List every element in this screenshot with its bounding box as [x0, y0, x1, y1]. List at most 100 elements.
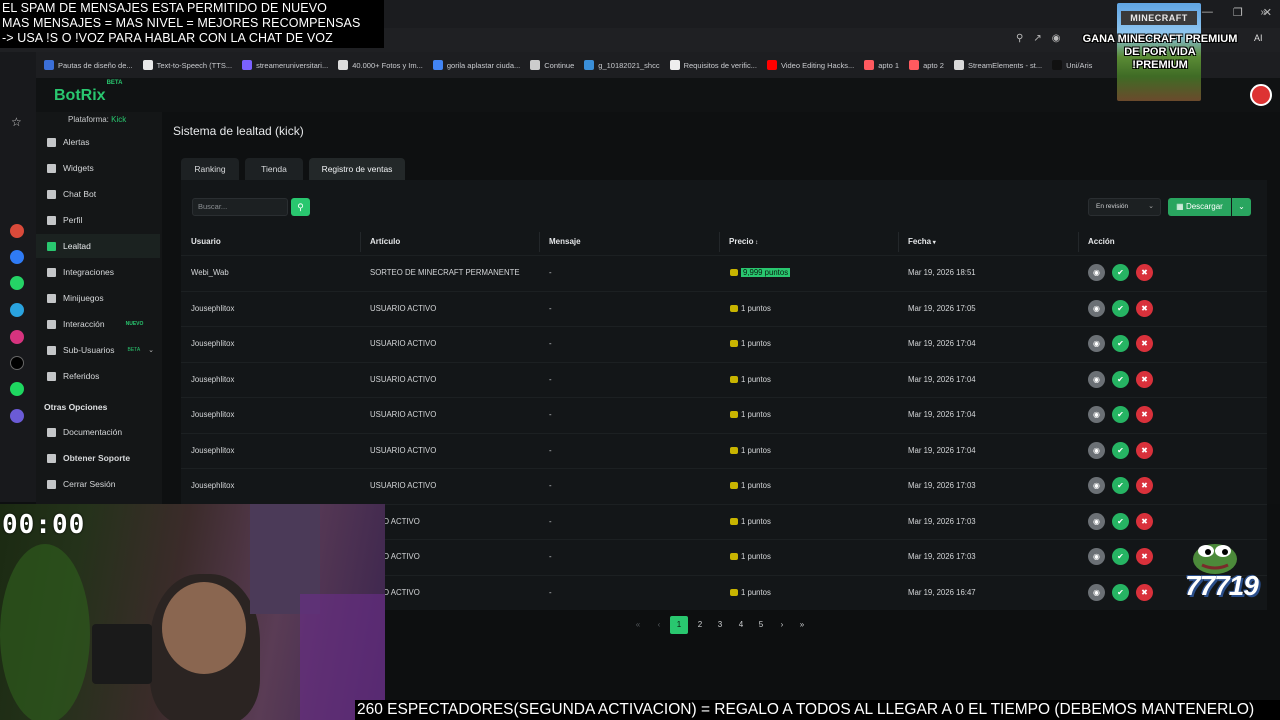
view-button[interactable]: ◉ [1088, 477, 1105, 494]
view-button[interactable]: ◉ [1088, 299, 1105, 317]
view-button[interactable]: ◉ [1088, 548, 1105, 565]
pagination-prev-button[interactable]: ‹ [650, 616, 668, 634]
bookmark-item[interactable]: Continue [530, 60, 574, 70]
gmail-icon[interactable] [10, 224, 24, 238]
download-dropdown-button[interactable]: ⌄ [1232, 198, 1251, 216]
home-icon[interactable]: ☆ [11, 115, 22, 129]
cell-date: Mar 19, 2026 17:04 [908, 410, 976, 419]
bookmark-item[interactable]: apto 2 [909, 60, 944, 70]
instagram-icon[interactable] [10, 330, 24, 344]
pagination-last-button[interactable]: » [793, 616, 811, 634]
pagination-next-button[interactable]: › [773, 616, 791, 634]
camera-icon[interactable]: ◉ [1052, 33, 1061, 44]
approve-button[interactable]: ✔ [1112, 370, 1129, 388]
pagination-page-button[interactable]: 1 [670, 616, 688, 634]
view-button[interactable]: ◉ [1088, 583, 1105, 601]
chair-shape [92, 624, 152, 684]
pagination-page-button[interactable]: 3 [711, 616, 729, 634]
tab-registrodeventas[interactable]: Registro de ventas [309, 158, 405, 180]
botrix-logo[interactable]: BotRixBETA [54, 80, 122, 105]
ai-button[interactable]: AI [1254, 33, 1263, 43]
status-filter-select[interactable]: En revisión ⌄ [1088, 198, 1161, 216]
approve-button[interactable]: ✔ [1112, 583, 1129, 601]
reject-button[interactable]: ✖ [1136, 299, 1153, 317]
approve-button[interactable]: ✔ [1112, 548, 1129, 565]
bookmark-item[interactable]: g_10182021_shcc [584, 60, 660, 70]
sidebar-item-perfil[interactable]: Perfil [36, 208, 160, 232]
view-button[interactable]: ◉ [1088, 512, 1105, 530]
reject-button[interactable]: ✖ [1136, 441, 1153, 459]
reject-button[interactable]: ✖ [1136, 477, 1153, 494]
approve-button[interactable]: ✔ [1112, 299, 1129, 317]
download-button[interactable]: ▦ Descargar [1168, 198, 1231, 216]
bookmark-item[interactable]: Pautas de diseño de... [44, 60, 133, 70]
cell-item: USUARIO ACTIVO [370, 303, 437, 313]
sidebar-item-subusuarios[interactable]: Sub-Usuarios BETA ⌄ [36, 338, 160, 362]
sidebar-item-lealtad[interactable]: Lealtad [36, 234, 160, 258]
whatsapp-icon[interactable] [10, 276, 24, 290]
close-icon: ✖ [1141, 481, 1148, 490]
messenger-icon[interactable] [10, 250, 24, 264]
telegram-icon[interactable] [10, 303, 24, 317]
search-input[interactable]: Buscar... [192, 198, 288, 216]
spotify-icon[interactable] [10, 382, 24, 396]
reject-button[interactable]: ✖ [1136, 583, 1153, 601]
sidebar-item-chatbot[interactable]: Chat Bot [36, 182, 160, 206]
sidebar-item-widgets[interactable]: Widgets [36, 156, 160, 180]
reject-button[interactable]: ✖ [1136, 264, 1153, 281]
approve-button[interactable]: ✔ [1112, 406, 1129, 423]
points-icon [730, 269, 738, 276]
view-button[interactable]: ◉ [1088, 370, 1105, 388]
sidebar-item-integraciones[interactable]: Integraciones [36, 260, 160, 284]
sidebar-item-referidos[interactable]: Referidos [36, 364, 160, 388]
sidebar-item-interaccin[interactable]: Interacción NUEVO [36, 312, 160, 336]
sidebar-item-alertas[interactable]: Alertas [36, 130, 160, 154]
view-button[interactable]: ◉ [1088, 335, 1105, 352]
bookmark-item[interactable]: apto 1 [864, 60, 899, 70]
search-button[interactable]: ⚲ [291, 198, 310, 216]
avatar[interactable] [1250, 84, 1272, 106]
approve-button[interactable]: ✔ [1112, 441, 1129, 459]
sidebar-item-cerrarsesin[interactable]: Cerrar Sesión [36, 472, 160, 496]
pagination-page-button[interactable]: 5 [752, 616, 770, 634]
approve-button[interactable]: ✔ [1112, 335, 1129, 352]
pagination-page-button[interactable]: 4 [732, 616, 750, 634]
extension-icon[interactable] [10, 409, 24, 423]
sidebar-item-minijuegos[interactable]: Minijuegos [36, 286, 160, 310]
bookmark-item[interactable]: streameruniversitari... [242, 60, 328, 70]
approve-button[interactable]: ✔ [1112, 512, 1129, 530]
reject-button[interactable]: ✖ [1136, 370, 1153, 388]
restore-icon[interactable]: ❐ [1233, 6, 1243, 19]
nav-badge: BETA [127, 347, 141, 353]
zoom-icon[interactable]: ⚲ [1016, 33, 1023, 44]
bookmarks-more-icon[interactable]: » [1260, 7, 1266, 18]
share-icon[interactable]: ↗ [1033, 33, 1041, 44]
cell-item: SORTEO DE MINECRAFT PERMANENTE [370, 268, 520, 277]
reject-button[interactable]: ✖ [1136, 512, 1153, 530]
x-icon[interactable] [10, 356, 24, 370]
column-header[interactable]: Fecha ▾ [908, 237, 936, 246]
bookmark-item[interactable]: gorila aplastar ciuda... [432, 60, 520, 70]
sidebar-item-obtenersoporte[interactable]: Obtener Soporte [36, 446, 160, 470]
bookmark-item[interactable]: Video Editing Hacks... [766, 60, 854, 70]
pagination-page-button[interactable]: 2 [691, 616, 709, 634]
bookmark-item[interactable]: Requisitos de verific... [669, 60, 757, 70]
sidebar-item-documentacin[interactable]: Documentación [36, 420, 160, 444]
bookmark-item[interactable]: 40.000+ Fotos y Im... [338, 60, 423, 70]
pagination-first-button[interactable]: « [629, 616, 647, 634]
column-header[interactable]: Precio ↕ [729, 237, 758, 246]
bookmark-item[interactable]: Text-to-Speech (TTS... [142, 60, 232, 70]
minimize-icon[interactable]: — [1202, 6, 1213, 19]
approve-button[interactable]: ✔ [1112, 264, 1129, 281]
view-button[interactable]: ◉ [1088, 441, 1105, 459]
view-button[interactable]: ◉ [1088, 406, 1105, 423]
viewer-counter: 77719 [1185, 570, 1259, 601]
reject-button[interactable]: ✖ [1136, 406, 1153, 423]
approve-button[interactable]: ✔ [1112, 477, 1129, 494]
tab-tienda[interactable]: Tienda [245, 158, 303, 180]
bookmark-item[interactable]: StreamElements - st... [953, 60, 1042, 70]
tab-ranking[interactable]: Ranking [181, 158, 239, 180]
view-button[interactable]: ◉ [1088, 264, 1105, 281]
reject-button[interactable]: ✖ [1136, 335, 1153, 352]
reject-button[interactable]: ✖ [1136, 548, 1153, 565]
